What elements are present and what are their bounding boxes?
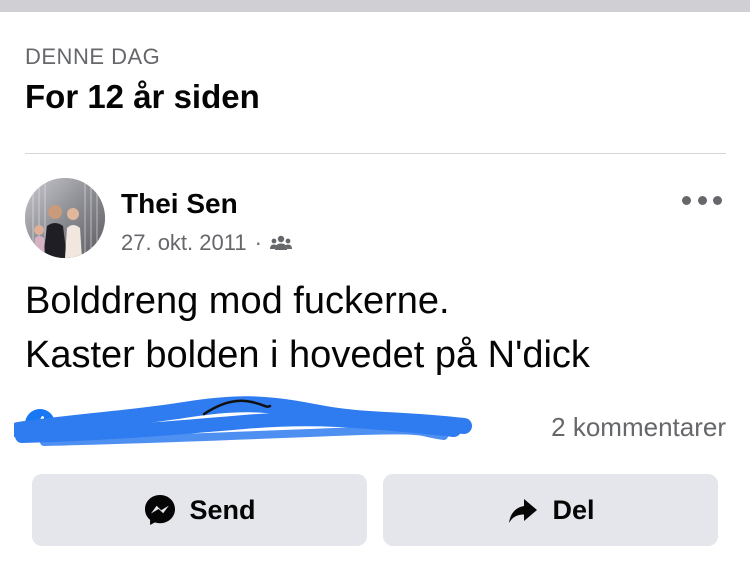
meta-separator: · [254,230,262,255]
avatar-photo [25,178,105,258]
friends-icon [269,235,292,250]
share-arrow-icon [509,499,538,523]
post-date[interactable]: 27. okt. 2011 [121,230,247,256]
post-text-line: Kaster bolden i hovedet på N'dick [25,334,590,376]
messenger-icon [145,495,176,525]
comments-count[interactable]: 2 kommentarer [551,412,726,443]
divider [25,153,726,154]
redaction-scribble [14,396,472,446]
send-button[interactable]: Send [32,474,367,546]
post-text: Bolddreng mod fuckerne. Kaster bolden i … [25,274,726,382]
dot [713,195,722,205]
more-options-icon[interactable] [682,190,722,210]
send-label: Send [189,494,256,525]
avatar[interactable] [25,178,105,258]
memory-eyebrow: DENNE DAG [25,44,161,69]
reaction-summary[interactable] [14,392,474,462]
memory-header: DENNE DAG For 12 år siden [25,44,260,116]
post-meta: 27. okt. 2011 · [121,230,292,256]
dot [682,195,691,205]
post-text-line: Bolddreng mod fuckerne. [25,280,450,322]
reactions-row: 2 kommentarer [14,392,726,462]
share-button[interactable]: Del [383,474,718,546]
dot [697,195,707,205]
memory-headline: For 12 år siden [25,78,260,115]
share-label: Del [552,494,595,525]
post-header: Thei Sen 27. okt. 2011 · [25,178,726,260]
action-bar: Send Del [32,474,718,546]
top-strip [0,0,750,12]
post-author[interactable]: Thei Sen [121,188,238,220]
